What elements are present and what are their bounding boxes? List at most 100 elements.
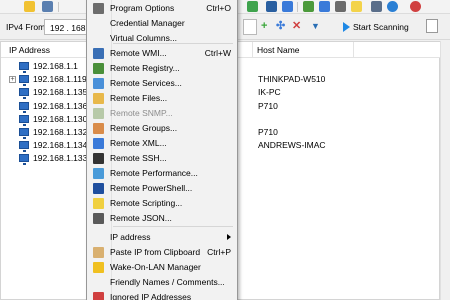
menu-item-ignored-ip-addresses[interactable]: Ignored IP Addresses xyxy=(87,290,237,300)
host-name-cell: THINKPAD-W510 xyxy=(258,74,326,85)
computer-icon xyxy=(19,154,29,166)
menu-item-remote-services[interactable]: Remote Services... xyxy=(87,76,237,91)
menu-item-remote-json[interactable]: Remote JSON... xyxy=(87,211,237,226)
ip-address-cell: 192.168.1.134 xyxy=(33,140,88,151)
settings-icon[interactable] xyxy=(371,1,382,12)
menu-item-label: Paste IP from Clipboard xyxy=(110,247,201,257)
menu-item-label: Remote Scripting... xyxy=(110,198,183,208)
ip-address-cell: 192.168.1.130 xyxy=(33,113,88,124)
host-name-cell: P710 xyxy=(258,127,278,137)
computer-icon xyxy=(19,88,29,100)
menu-item-wake-on-lan-manager[interactable]: Wake-On-LAN Manager xyxy=(87,260,237,275)
computer-icon xyxy=(19,141,29,153)
help-icon[interactable] xyxy=(387,1,398,12)
menu-item-label: Remote Performance... xyxy=(110,168,198,178)
wol-icon xyxy=(93,262,104,273)
start-scanning-label: Start Scanning xyxy=(353,22,409,32)
wmi-icon xyxy=(93,48,104,59)
host-name-cell: IK-PC xyxy=(258,87,281,98)
expand-icon[interactable]: + xyxy=(9,76,16,84)
gear-green-icon[interactable] xyxy=(303,1,314,12)
menu-item-remote-scripting[interactable]: Remote Scripting... xyxy=(87,196,237,211)
computer-icon xyxy=(19,101,29,113)
computer-icon xyxy=(19,62,29,73)
services-icon xyxy=(93,78,104,89)
menu-item-label: Remote Services... xyxy=(110,78,182,88)
start-scanning-button[interactable]: Start Scanning xyxy=(343,20,409,34)
scrollbar[interactable] xyxy=(440,41,450,300)
range-icon[interactable]: ✣ xyxy=(276,21,285,32)
table-icon[interactable] xyxy=(266,1,277,12)
menu-item-label: Remote XML... xyxy=(110,138,167,148)
menu-item-shortcut: Ctrl+W xyxy=(204,48,231,58)
computer-icon xyxy=(19,114,29,126)
menu-item-remote-files[interactable]: Remote Files... xyxy=(87,91,237,106)
host-name-cell: ANDREWS-IMAC xyxy=(258,140,326,151)
xml-icon xyxy=(93,138,104,149)
ip-address-cell: 192.168.1.1 xyxy=(33,61,78,71)
columns-icon[interactable] xyxy=(282,1,293,12)
groups-icon xyxy=(93,123,104,134)
add-range-icon[interactable]: + xyxy=(261,21,267,32)
grid-icon[interactable] xyxy=(335,1,346,12)
menu-item-remote-xml[interactable]: Remote XML... xyxy=(87,136,237,151)
scripting-icon xyxy=(93,198,104,209)
submenu-arrow-icon xyxy=(227,234,231,240)
menu-item-label: Credential Manager xyxy=(110,18,185,28)
save-icon[interactable] xyxy=(42,1,53,12)
menu-item-label: Remote WMI... xyxy=(110,48,167,58)
toolbar-separator xyxy=(58,2,59,12)
panel-toggle-icon[interactable] xyxy=(426,19,438,33)
menu-item-label: Remote Files... xyxy=(110,93,168,103)
menu-item-paste-ip-from-clipboard[interactable]: Paste IP from Clipboard Ctrl+P xyxy=(87,245,237,260)
menu-item-remote-powershell[interactable]: Remote PowerShell... xyxy=(87,181,237,196)
context-menu: Program Options Ctrl+O Credential Manager V… xyxy=(86,0,238,300)
network-icon[interactable] xyxy=(247,1,258,12)
remove-range-icon[interactable]: ✕ xyxy=(292,21,301,32)
host-name-cell: P710 xyxy=(258,100,278,111)
menu-item-remote-registry[interactable]: Remote Registry... xyxy=(87,61,237,76)
gear-blue-icon[interactable] xyxy=(319,1,330,12)
add-icon[interactable] xyxy=(24,1,35,12)
column-divider[interactable] xyxy=(252,42,253,58)
menu-item-label: Remote Groups... xyxy=(110,123,178,133)
menu-item-label: Wake-On-LAN Manager xyxy=(110,262,201,272)
menu-item-remote-wmi[interactable]: Remote WMI... Ctrl+W xyxy=(87,46,237,61)
column-header-host[interactable]: Host Name xyxy=(257,45,300,55)
gear-icon xyxy=(93,3,104,14)
ignored-icon xyxy=(93,292,104,300)
menu-item-remote-ssh[interactable]: Remote SSH... xyxy=(87,151,237,166)
menu-item-friendly-names-comments[interactable]: Friendly Names / Comments... xyxy=(87,275,237,290)
ssh-icon xyxy=(93,153,104,164)
registry-icon xyxy=(93,63,104,74)
ip-address-cell: 192.168.1.136 xyxy=(33,100,88,111)
menu-item-virtual-columns[interactable]: Virtual Columns... xyxy=(87,31,237,46)
menu-item-label: Friendly Names / Comments... xyxy=(110,277,225,287)
menu-item-credential-manager[interactable]: Credential Manager xyxy=(87,16,237,31)
menu-item-remote-performance[interactable]: Remote Performance... xyxy=(87,166,237,181)
toolbar-separator xyxy=(297,2,298,12)
computer-icon xyxy=(19,75,29,87)
menu-item-label: Remote SSH... xyxy=(110,153,167,163)
play-icon xyxy=(343,22,350,32)
column-header-ip[interactable]: IP Address xyxy=(9,45,50,55)
menu-item-ip-address[interactable]: IP address xyxy=(87,230,237,245)
note-icon[interactable] xyxy=(351,1,362,12)
menu-item-label: IP address xyxy=(110,232,151,242)
ip-address-cell: 192.168.1.133 xyxy=(33,153,88,164)
menu-item-label: Remote Registry... xyxy=(110,63,180,73)
menu-item-label: Remote JSON... xyxy=(110,213,172,223)
files-icon xyxy=(93,93,104,104)
column-divider[interactable] xyxy=(353,42,354,58)
power-icon[interactable] xyxy=(410,1,421,12)
menu-item-label: Remote SNMP... xyxy=(110,108,173,118)
menu-item-remote-groups[interactable]: Remote Groups... xyxy=(87,121,237,136)
dropdown-icon[interactable]: ▼ xyxy=(311,21,320,32)
computer-icon xyxy=(19,128,29,139)
ipv4-from-label: IPv4 From xyxy=(6,22,46,32)
menu-item-program-options[interactable]: Program Options Ctrl+O xyxy=(87,1,237,16)
ip-address-cell: 192.168.1.135 xyxy=(33,87,88,98)
ip-to-input[interactable] xyxy=(243,19,257,35)
paste-icon xyxy=(93,247,104,258)
menu-item-label: Remote PowerShell... xyxy=(110,183,193,193)
